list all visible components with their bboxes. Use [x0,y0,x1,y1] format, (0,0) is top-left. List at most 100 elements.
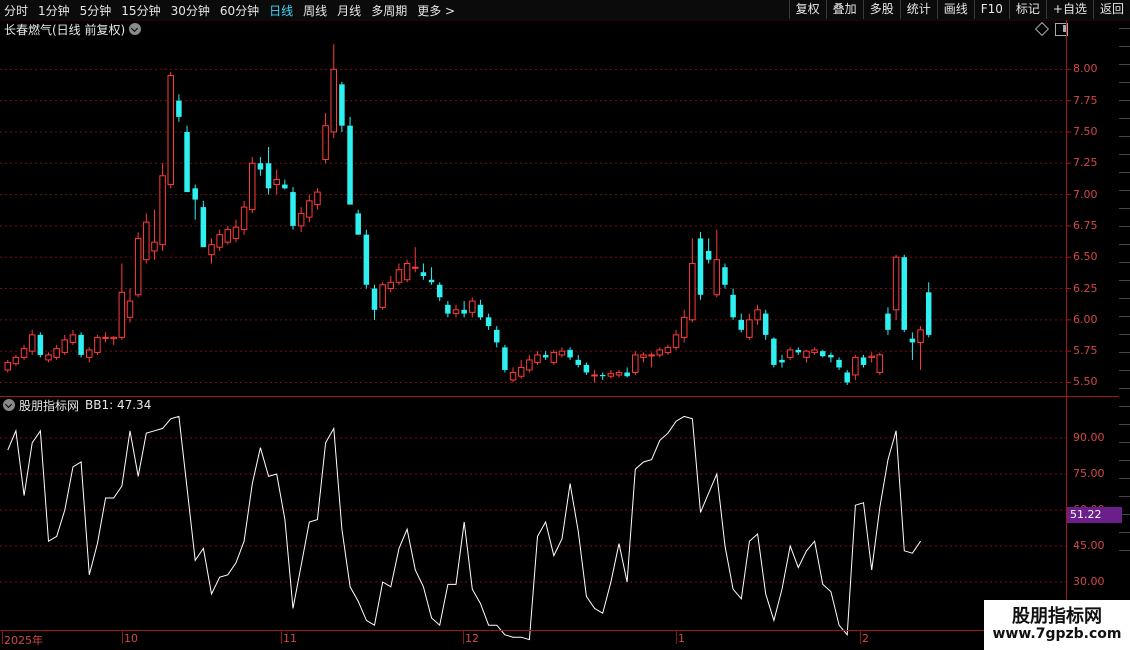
price-tick-label: 7.00 [1073,187,1098,201]
timeframe-tab[interactable]: 日线 [265,2,299,19]
indicator-header: 股朋指标网 BB1: 47.34 [0,396,151,414]
timeframe-tab[interactable]: 30分钟 [167,2,216,19]
candle-body-up [167,75,174,186]
timeframe-tabs: 分时 1分钟 5分钟 15分钟 30分钟 60分钟 日线 周线 月线 多周期 更多 > [0,0,461,20]
candle-body-down [599,374,606,377]
candle-body-up [224,229,232,243]
price-tick-label: 8.00 [1073,62,1098,76]
toolbar-button[interactable]: 标记 [1008,0,1046,19]
side-strip-mark [1119,478,1130,491]
timeframe-tab[interactable]: 60分钟 [216,2,265,19]
candle-body-down [355,213,361,235]
candle-body-down [494,329,500,343]
candle-body-up [632,354,639,373]
candle-body-up [412,266,419,269]
side-strip-mark [1119,550,1130,563]
chart-area[interactable] [0,0,1130,650]
date-label: 1 [678,632,685,645]
side-strip-mark [1119,406,1130,419]
date-tick [676,630,677,644]
candle-body-up [126,300,134,318]
toolbar-button[interactable]: 叠加 [825,0,863,19]
candle-body-up [403,262,411,281]
indicator-name: 股朋指标网 [19,398,80,413]
candle-body-down [502,347,508,370]
timeframe-tab[interactable]: 1分钟 [34,2,76,19]
candle-body-up [656,349,663,356]
candle-body-down [738,319,744,330]
candle-body-down [184,131,190,193]
price-tick-label: 5.75 [1073,344,1098,358]
candle-body-down [461,309,467,314]
side-strip-mark [1119,208,1130,221]
candle-body-up [648,354,655,357]
toolbar-button[interactable]: 多股 [862,0,900,19]
side-strip-mark [1119,496,1130,509]
toolbar-button[interactable]: 画线 [936,0,974,19]
candle-body-up [134,237,142,296]
toolbar: 分时 1分钟 5分钟 15分钟 30分钟 60分钟 日线 周线 月线 多周期 更多 > 复权 叠加 多股… [0,0,1130,21]
timeframe-tab[interactable]: 周线 [299,2,333,19]
candle-body-up [786,349,794,358]
date-tick [860,630,861,644]
candle-body-up [322,125,329,161]
candle-body-up [852,356,859,376]
date-label: 2 [862,632,869,645]
timeframe-tab[interactable]: 15分钟 [117,2,166,19]
chevron-down-icon[interactable] [129,23,142,35]
date-tick [2,630,3,644]
date-tick [463,630,464,644]
side-strip-mark [1119,100,1130,113]
candlestick-series [4,44,932,385]
candle-body-up [28,334,36,352]
candle-body-down [445,304,451,314]
candle-body-down [730,294,736,318]
chevron-down-icon[interactable] [3,399,15,411]
candle-body-down [363,234,370,285]
toolbar-button[interactable]: F10 [973,0,1009,19]
toolbar-button[interactable]: +自选 [1045,0,1093,19]
candle-body-up [534,354,541,363]
diamond-icon[interactable] [1034,21,1050,37]
candle-body-up [314,191,321,206]
timeframe-tab[interactable]: 5分钟 [76,2,118,19]
side-panel-strip[interactable] [1119,20,1130,630]
side-strip-mark [1119,226,1130,239]
candle-body-up [4,361,11,371]
candle-body-up [591,374,598,377]
candle-body-down [37,334,44,355]
side-strip-mark [1119,28,1130,41]
candle-body-up [607,373,615,377]
candle-body-up [151,241,158,252]
side-strip-mark [1119,352,1130,365]
candle-body-up [143,221,150,261]
toolbar-button[interactable]: 返回 [1092,0,1130,19]
timeframe-tab[interactable]: 月线 [333,2,367,19]
candle-body-down [192,188,198,200]
side-strip-mark [1119,442,1130,455]
indicator-series [7,415,922,641]
side-strip-mark [1119,136,1130,149]
side-strip-mark [1119,514,1130,527]
candle-body-up [509,371,517,381]
timeframe-tab[interactable]: 分时 [0,2,34,19]
candle-body-up [232,226,240,239]
current-value-badge: 51.22 [1067,507,1122,523]
price-tick-label: 5.50 [1073,375,1098,389]
timeframe-tab[interactable]: 多周期 [367,2,413,19]
side-strip-mark [1119,460,1130,473]
toolbar-button[interactable]: 复权 [788,0,826,19]
side-strip-mark [1119,190,1130,203]
panel-toggle-icon[interactable] [1055,23,1068,36]
candle-body-up [754,309,761,321]
candle-body-up [876,354,884,373]
toolbar-buttons: 复权 叠加 多股 统计 画线 F10 标记 +自选 返回 [788,0,1130,20]
toolbar-button[interactable]: 统计 [899,0,937,19]
date-label: 12 [465,632,479,645]
timeframe-tab[interactable]: 更多 > [413,2,461,19]
candle-body-down [176,100,182,117]
price-tick-label: 6.75 [1073,218,1098,232]
date-label: 2025年 [4,634,43,647]
candle-body-down [779,359,785,363]
candle-body-down [583,364,590,373]
